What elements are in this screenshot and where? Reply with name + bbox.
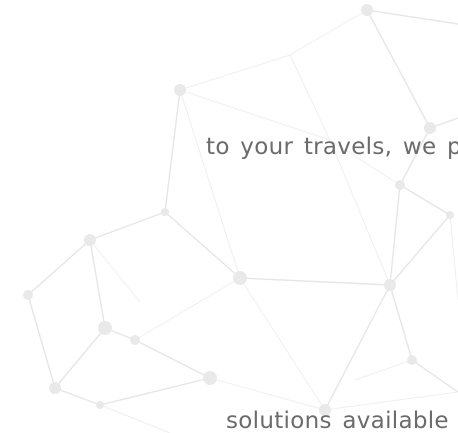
network-background-decoration	[23, 4, 458, 433]
page-canvas: to your travels, we pay solutions availa…	[0, 0, 458, 433]
body-text-line-1: to your travels, we pay	[206, 134, 458, 160]
body-text-line-2: solutions available on the	[226, 408, 458, 433]
